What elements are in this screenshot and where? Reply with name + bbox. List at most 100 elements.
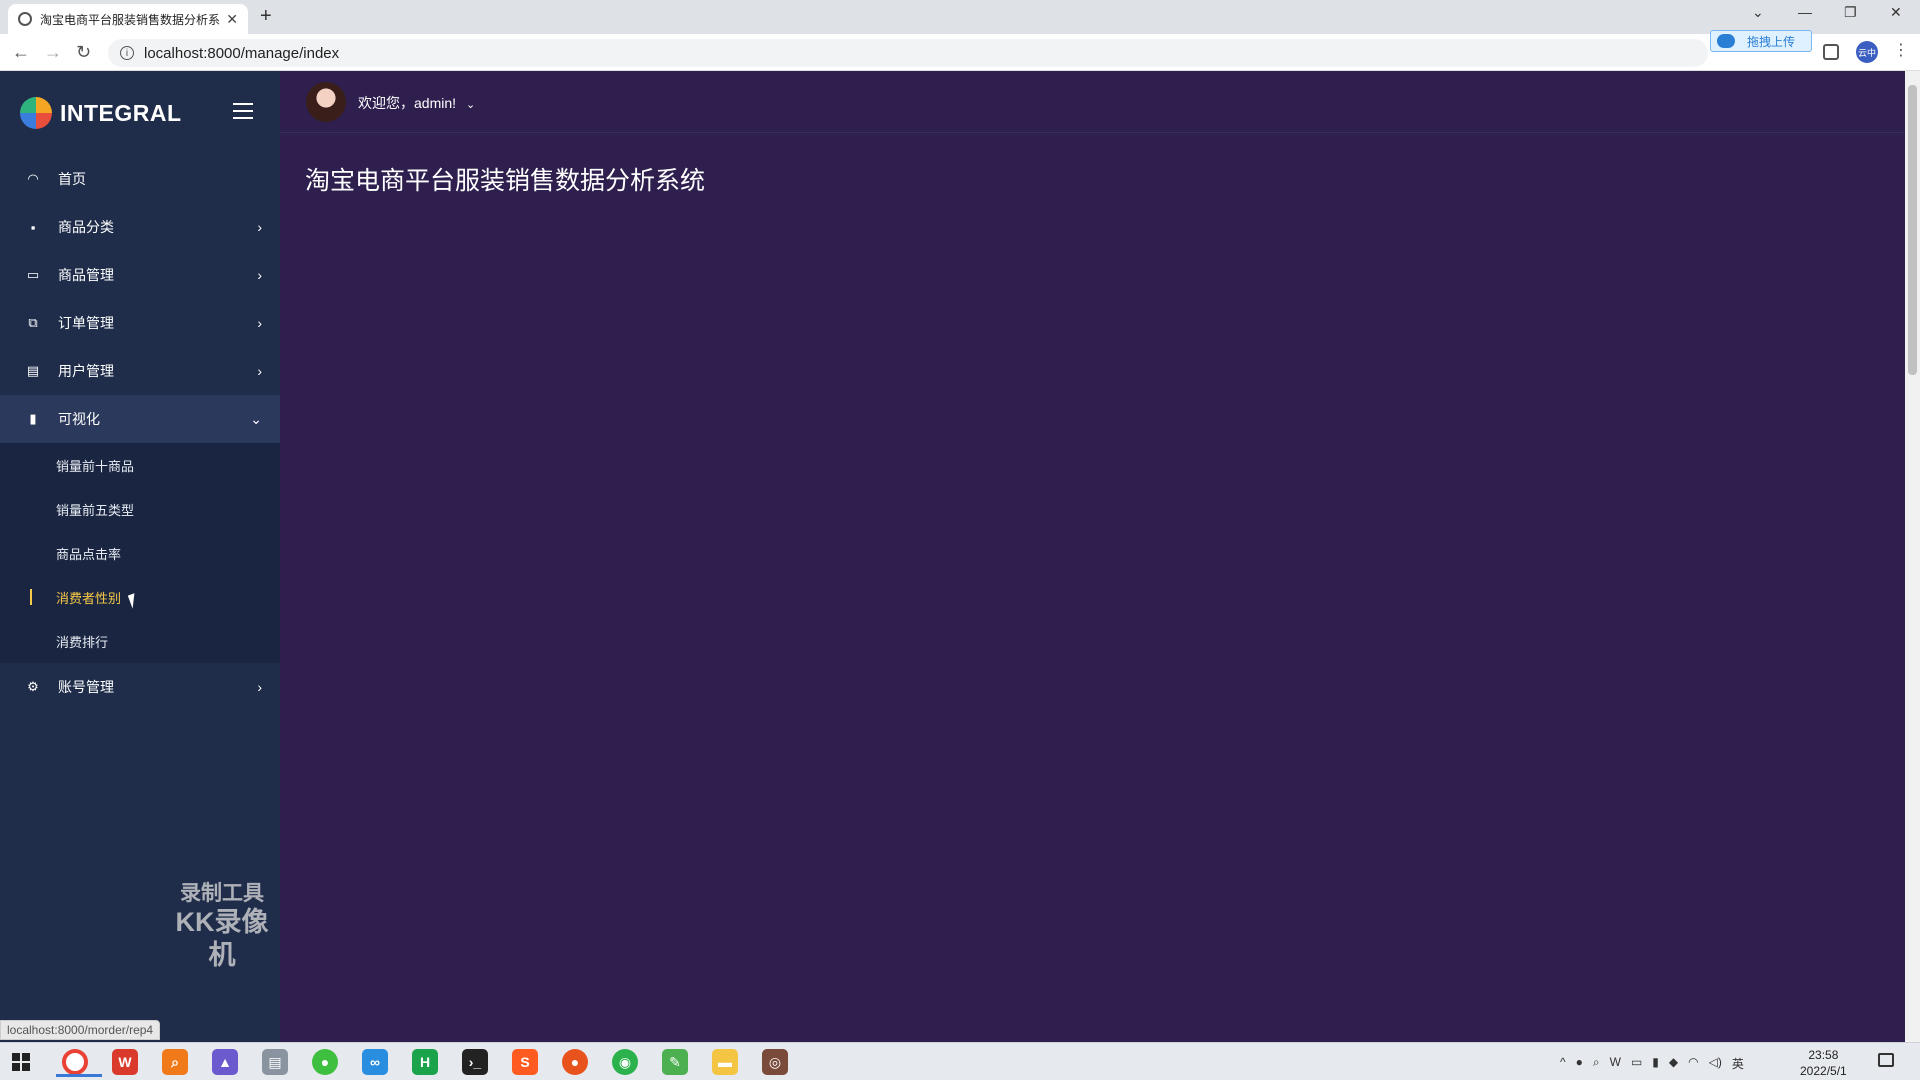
reload-icon[interactable]: ↻ (76, 42, 91, 63)
chevron-down-icon: ⌄ (250, 410, 262, 427)
status-url: localhost:8000/morder/rep4 (0, 1020, 161, 1040)
vertical-scrollbar[interactable] (1905, 71, 1920, 1042)
notepad-icon[interactable]: ✎ (662, 1049, 688, 1075)
terminal-icon[interactable]: ›_ (462, 1049, 488, 1075)
chrome-icon[interactable] (56, 1049, 102, 1077)
sidebar-item-label: 账号管理 (58, 679, 114, 695)
submenu-item-click-rate[interactable]: 商品点击率 (0, 531, 280, 575)
sidepanel-icon[interactable] (1823, 44, 1839, 60)
notification-icon[interactable] (1878, 1053, 1894, 1067)
logo-text: INTEGRAL (60, 99, 182, 126)
restore-icon[interactable]: ❐ (1844, 4, 1857, 21)
bar-chart-icon: ▮ (29, 411, 37, 426)
logo-mark-icon (20, 97, 52, 129)
window-icon: ▭ (26, 267, 40, 282)
mountain-app-icon[interactable]: ▲ (212, 1049, 238, 1075)
submenu-item-top10-products[interactable]: 销量前十商品 (0, 443, 280, 487)
system-tray: ^ ● ⌕ W ▭ ▮ ◆ ◠ ◁) 英 (1560, 1055, 1744, 1072)
sidebar-item-label: 用户管理 (58, 363, 114, 379)
sidebar: INTEGRAL ◠ 首页 ▪ 商品分类 › ▭ 商品管理 › ⧉ 订单管理 ›… (0, 71, 280, 1042)
tab-search-icon[interactable]: ⌄ (1752, 4, 1764, 21)
cloud-drive-icon[interactable]: ∞ (362, 1049, 388, 1075)
url-text: localhost:8000/manage/index (144, 44, 340, 62)
visualization-submenu: 销量前十商品 销量前五类型 商品点击率 消费者性别 消费排行 (0, 443, 280, 663)
search-app-icon[interactable]: ⌕ (162, 1049, 188, 1075)
sidebar-item-home[interactable]: ◠ 首页 (0, 155, 280, 203)
back-icon[interactable]: ← (12, 42, 30, 63)
chevron-right-icon: › (257, 219, 262, 235)
sidebar-item-label: 可视化 (58, 411, 100, 427)
clock-time: 23:58 (1808, 1048, 1839, 1062)
wifi-icon[interactable]: ◠ (1688, 1055, 1698, 1072)
printer-app-icon[interactable]: ▤ (262, 1049, 288, 1075)
hamburger-icon[interactable] (233, 103, 253, 119)
submenu-item-spending-rank[interactable]: 消费排行 (0, 619, 280, 663)
browser-tab[interactable]: 淘宝电商平台服装销售数据分析系 ✕ (8, 4, 248, 34)
browser-tabbar: 淘宝电商平台服装销售数据分析系 ✕ + ⌄ — ❐ ✕ (0, 0, 1920, 34)
minimize-icon[interactable]: — (1798, 4, 1812, 20)
start-icon[interactable] (12, 1053, 30, 1071)
forward-icon[interactable]: → (44, 42, 62, 63)
wps-icon[interactable]: W (112, 1049, 138, 1075)
tray-qq-icon[interactable]: ◆ (1669, 1055, 1678, 1072)
tray-app-icon[interactable]: ▮ (1652, 1055, 1659, 1072)
dashboard-icon: ◠ (27, 171, 39, 186)
recorder-watermark: 录制工具 KK录像机 (164, 881, 280, 971)
new-tab-button[interactable]: + (260, 5, 272, 28)
tray-search-icon[interactable]: ⌕ (1593, 1055, 1600, 1072)
chevron-right-icon: › (257, 315, 262, 331)
gears-icon: ⚙ (27, 679, 39, 694)
hbuilder-icon[interactable]: H (412, 1049, 438, 1075)
url-field[interactable]: i localhost:8000/manage/index (108, 39, 1708, 67)
sidebar-item-products[interactable]: ▭ 商品管理 › (0, 251, 280, 299)
tray-wps-icon[interactable]: W (1610, 1055, 1621, 1072)
tray-wechat-icon[interactable]: ● (1576, 1055, 1583, 1072)
folder-icon[interactable]: ▬ (712, 1049, 738, 1075)
user-menu[interactable]: 欢迎您，admin! ⌄ (358, 93, 475, 113)
menu-kebab-icon[interactable]: ⋮ (1893, 40, 1909, 60)
clock[interactable]: 23:58 2022/5/1 (1800, 1047, 1847, 1079)
wechat-icon[interactable]: ◉ (612, 1049, 638, 1075)
sidebar-item-orders[interactable]: ⧉ 订单管理 › (0, 299, 280, 347)
tab-close-icon[interactable]: ✕ (226, 11, 238, 28)
tab-title: 淘宝电商平台服装销售数据分析系 (40, 12, 221, 27)
sidebar-item-label: 商品管理 (58, 267, 114, 283)
scrollbar-thumb[interactable] (1908, 85, 1917, 375)
tray-chevron-up-icon[interactable]: ^ (1560, 1055, 1566, 1072)
volume-icon[interactable]: ◁) (1709, 1055, 1722, 1072)
watermark-line2: KK录像机 (175, 907, 269, 970)
page-title: 淘宝电商平台服装销售数据分析系统 (305, 167, 706, 195)
ime-indicator[interactable]: 英 (1732, 1055, 1744, 1072)
navicat-icon[interactable]: ● (562, 1049, 588, 1075)
sidebar-item-label: 首页 (58, 171, 86, 187)
profile-avatar[interactable]: 云中 (1856, 41, 1878, 63)
sublime-icon[interactable]: S (512, 1049, 538, 1075)
topbar: 欢迎您，admin! ⌄ (280, 71, 1905, 133)
clock-date: 2022/5/1 (1800, 1064, 1847, 1078)
sidebar-item-users[interactable]: ▤ 用户管理 › (0, 347, 280, 395)
sidebar-item-visualization[interactable]: ▮ 可视化 ⌄ (0, 395, 280, 443)
sidebar-item-accounts[interactable]: ⚙ 账号管理 › (0, 663, 280, 711)
upload-button[interactable]: 拖拽上传 (1710, 30, 1812, 52)
info-icon[interactable]: i (120, 46, 134, 60)
leaf-app-icon[interactable]: ● (312, 1049, 338, 1075)
welcome-text: 欢迎您，admin! (358, 95, 457, 111)
chevron-down-icon: ⌄ (466, 99, 476, 111)
sidebar-item-category[interactable]: ▪ 商品分类 › (0, 203, 280, 251)
tray-device-icon[interactable]: ▭ (1631, 1055, 1642, 1072)
submenu-item-consumer-gender[interactable]: 消费者性别 (0, 575, 280, 619)
list-icon: ▤ (26, 363, 40, 378)
globe-icon (18, 12, 32, 26)
recorder-icon[interactable]: ◎ (762, 1049, 788, 1075)
close-window-icon[interactable]: ✕ (1890, 4, 1902, 21)
chevron-right-icon: › (257, 363, 262, 379)
cloud-icon (1717, 34, 1735, 48)
taskbar: W ⌕ ▲ ▤ ● ∞ H ›_ S ● ◉ ✎ ▬ ◎ ^ ● ⌕ W ▭ ▮… (0, 1042, 1920, 1080)
logo[interactable]: INTEGRAL (20, 97, 182, 129)
grid-icon: ▪ (30, 219, 36, 235)
chevron-right-icon: › (257, 267, 262, 283)
upload-label: 拖拽上传 (1747, 34, 1796, 49)
submenu-item-top5-types[interactable]: 销量前五类型 (0, 487, 280, 531)
avatar[interactable] (306, 82, 346, 122)
watermark-line1: 录制工具 (180, 882, 264, 905)
